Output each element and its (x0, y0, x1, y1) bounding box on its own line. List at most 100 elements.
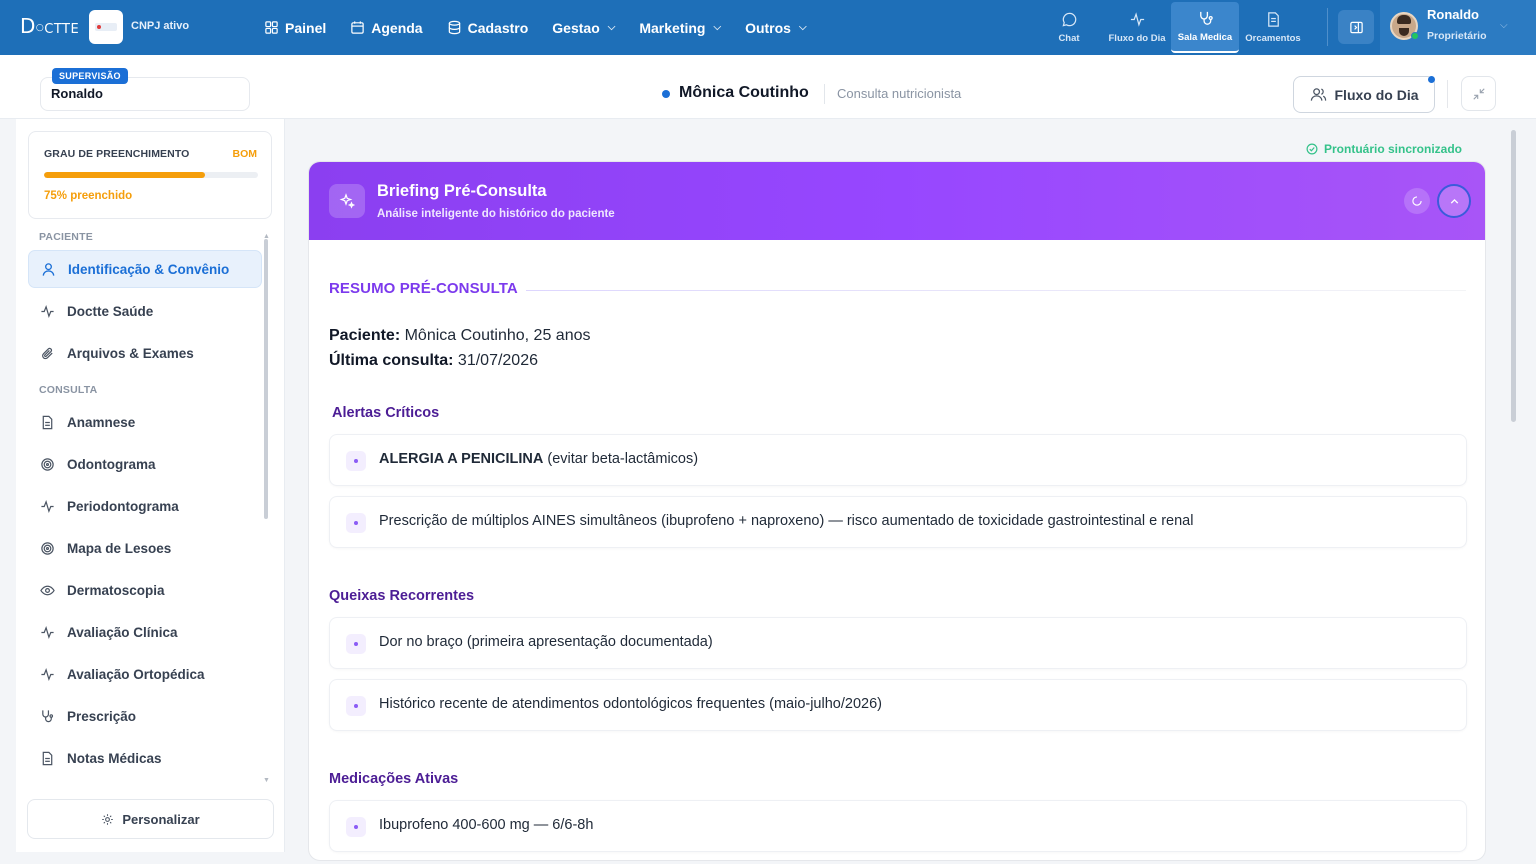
chat-icon (1061, 12, 1076, 27)
stethoscope-icon (1199, 11, 1213, 25)
users-icon (1310, 88, 1326, 101)
toggle-panel-button[interactable] (1338, 10, 1374, 44)
activity-icon (41, 304, 54, 318)
nav-outros[interactable]: Outros ⌵ (733, 0, 818, 55)
chevron-down-icon: ⌵ (1500, 20, 1508, 31)
user-menu[interactable]: Ronaldo Proprietário ⌵ (1380, 0, 1536, 55)
activity-icon (41, 625, 54, 639)
notification-dot (1428, 76, 1435, 83)
nav-agenda[interactable]: Agenda (338, 0, 434, 55)
customize-button[interactable]: Personalizar (27, 799, 274, 839)
user-role: Proprietário (1427, 30, 1487, 42)
section-label-paciente: PACIENTE (39, 231, 93, 243)
chevron-down-icon: ⌵ (798, 22, 807, 33)
quick-fluxo-do-dia[interactable]: Fluxo do Dia (1103, 2, 1171, 53)
main-scrollbar[interactable] (1511, 130, 1516, 422)
document-icon (1267, 12, 1279, 27)
fluxo-do-dia-button[interactable]: Fluxo do Dia (1293, 76, 1435, 113)
nav-gestao[interactable]: Gestao ⌵ (540, 0, 627, 55)
online-status-dot (1411, 32, 1419, 40)
sidebar-item-avaliacao-ortopedica[interactable]: Avaliação Ortopédica (28, 655, 262, 693)
sidebar-item-doctte-saude[interactable]: Doctte Saúde (28, 292, 262, 330)
sidebar-item-mapa-lesoes[interactable]: Mapa de Lesoes (28, 529, 262, 567)
activity-icon (41, 667, 54, 681)
user-name: Ronaldo (1427, 7, 1479, 22)
gear-icon (102, 813, 114, 825)
quick-chat[interactable]: Chat (1035, 2, 1103, 53)
sidebar-item-notas-medicas[interactable]: Notas Médicas (28, 739, 262, 777)
divider (824, 84, 825, 104)
chevron-down-icon: ⌵ (607, 22, 616, 33)
target-icon (41, 457, 54, 471)
supervision-badge: SUPERVISÃO (52, 68, 128, 84)
consult-type: Consulta nutricionista (837, 86, 962, 101)
complaints-title: Queixas Recorrentes (329, 588, 475, 604)
sidebar-item-identificacao[interactable]: Identificação & Convênio (28, 250, 262, 288)
sidebar-scrollbar[interactable] (264, 239, 268, 519)
cnpj-status: CNPJ ativo (131, 20, 190, 32)
minimize-button[interactable] (1461, 76, 1496, 111)
main-nav: Painel Agenda Cadastro Gestao ⌵ Marketing… (252, 0, 819, 55)
check-circle-icon (1306, 143, 1318, 155)
document-icon (42, 751, 53, 765)
target-icon (41, 541, 54, 555)
sidebar-item-odontograma[interactable]: Odontograma (28, 445, 262, 483)
quick-orcamentos[interactable]: Orcamentos (1239, 2, 1307, 53)
document-icon (42, 415, 53, 429)
quick-sala-medica[interactable]: Sala Medica (1171, 2, 1239, 53)
activity-icon (1130, 12, 1144, 27)
list-item: ALERGIA A PENICILINA (evitar beta-lactâm… (329, 434, 1467, 486)
quick-nav: Chat Fluxo do Dia Sala Medica Orcamentos (1035, 2, 1307, 53)
bullet-icon (346, 696, 366, 716)
scroll-down-icon[interactable]: ▼ (263, 777, 270, 784)
completion-status: BOM (232, 148, 258, 160)
clinic-logo[interactable] (89, 10, 123, 44)
sidebar-item-periodontograma[interactable]: Periodontograma (28, 487, 262, 525)
paperclip-icon (42, 347, 53, 359)
briefing-card: Briefing Pré-Consulta Análise inteligent… (308, 161, 1486, 861)
database-icon (448, 20, 460, 35)
summary-section-title: RESUMO PRÉ-CONSULTA (329, 280, 518, 297)
divider (1327, 8, 1328, 46)
bullet-icon (346, 634, 366, 654)
user-icon (42, 262, 55, 276)
chevron-down-icon: ⌵ (713, 22, 722, 33)
eye-icon (40, 585, 55, 595)
patient-name: Mônica Coutinho (679, 84, 809, 101)
stethoscope-icon (42, 709, 54, 722)
bullet-icon (346, 451, 366, 471)
consultation-header: SUPERVISÃO Ronaldo Mônica Coutinho Consu… (0, 55, 1536, 119)
sidebar-item-dermatoscopia[interactable]: Dermatoscopia (28, 571, 262, 609)
section-label-consulta: CONSULTA (39, 384, 98, 396)
sidebar: GRAU DE PREENCHIMENTO BOM 75% preenchido… (16, 119, 285, 852)
last-consult-line: Última consulta: 31/07/2026 (329, 352, 538, 369)
list-item: Ibuprofeno 400-600 mg — 6/6-8h (329, 800, 1467, 852)
list-item: Histórico recente de atendimentos odonto… (329, 679, 1467, 731)
nav-painel[interactable]: Painel (252, 0, 338, 55)
alerts-title: Alertas Críticos (332, 405, 440, 421)
sync-status: Prontuário sincronizado (1306, 142, 1462, 156)
collapse-briefing-button[interactable] (1437, 184, 1471, 218)
refresh-button[interactable] (1404, 188, 1430, 214)
sidebar-item-avaliacao-clinica[interactable]: Avaliação Clínica (28, 613, 262, 651)
briefing-header: Briefing Pré-Consulta Análise inteligent… (309, 162, 1485, 240)
divider (1447, 80, 1448, 108)
completion-title: GRAU DE PREENCHIMENTO (44, 148, 190, 160)
nav-marketing[interactable]: Marketing ⌵ (627, 0, 733, 55)
main-content: Prontuário sincronizado Briefing Pré-Con… (286, 119, 1520, 861)
patient-status-dot (662, 90, 670, 98)
grid-icon (265, 21, 278, 34)
doctte-logo[interactable]: D○CTTE (20, 14, 79, 38)
chevron-up-icon (1450, 198, 1458, 204)
completion-text: 75% preenchido (44, 190, 133, 202)
sidebar-item-arquivos-exames[interactable]: Arquivos & Exames (28, 334, 262, 372)
sidebar-item-anamnese[interactable]: Anamnese (28, 403, 262, 441)
bullet-icon (346, 513, 366, 533)
briefing-subtitle: Análise inteligente do histórico do paci… (377, 208, 615, 220)
completion-progress-fill (44, 172, 205, 178)
activity-icon (41, 499, 54, 513)
list-item: Prescrição de múltiplos AINES simultâneo… (329, 496, 1467, 548)
sidebar-item-prescricao[interactable]: Prescrição (28, 697, 262, 735)
patient-summary-line: Paciente: Mônica Coutinho, 25 anos (329, 327, 591, 344)
nav-cadastro[interactable]: Cadastro (435, 0, 541, 55)
